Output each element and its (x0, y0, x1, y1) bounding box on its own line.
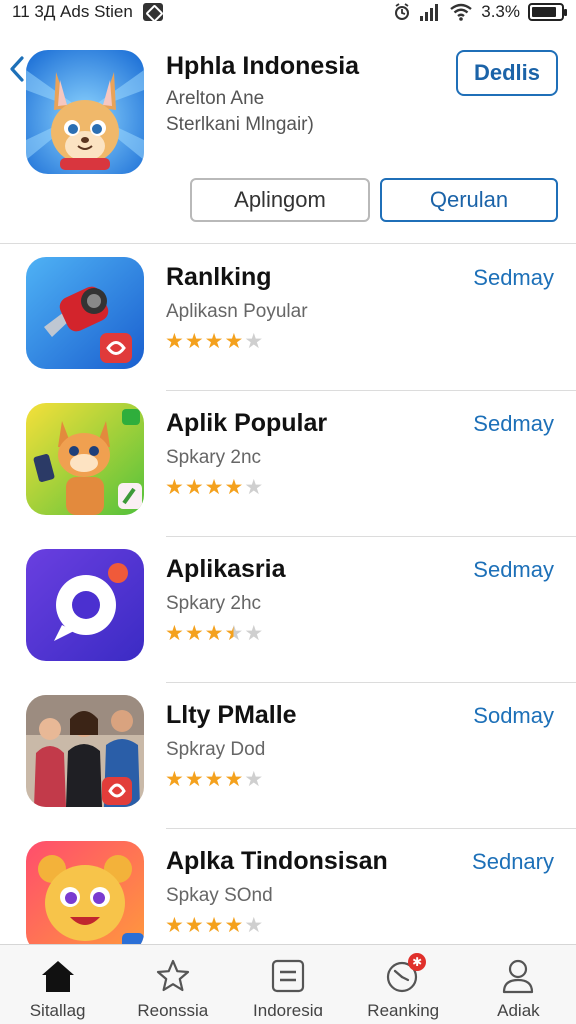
qerulan-button[interactable]: Qerulan (380, 178, 558, 222)
status-right: 3.3% (393, 2, 567, 22)
star-icon: ★ (224, 768, 244, 791)
nav-item-sitallag[interactable]: Sitallag (0, 945, 115, 1024)
page-title: Hphla Indonesia (166, 52, 360, 80)
app-subtitle: Spkay SOnd (166, 885, 273, 906)
list-item[interactable]: Aplik Popular Spkary 2nc ★ ★ ★ ★ ★ Sedmay (0, 391, 576, 537)
star-rating: ★ ★ ★ ★ ★ (165, 331, 263, 352)
app-subtitle: Aplikasn Poyular (166, 301, 308, 322)
star-icon: ★ (184, 622, 204, 645)
star-icon: ★ (204, 914, 224, 937)
app-title: Llty PMalle (166, 701, 297, 729)
notification-badge: ✱ (408, 953, 427, 971)
star-icon: ★ (204, 768, 224, 791)
star-icon: ★ (184, 476, 204, 499)
aplingom-button[interactable]: Aplingom (190, 178, 370, 222)
nav-item-indoresia[interactable]: Indoresiɑ (230, 945, 345, 1024)
bottom-nav: Sitallag Reonssia Indoresiɑ ✱ Reanking A… (0, 944, 576, 1024)
status-time: 11 3Д Ads Stien (12, 2, 133, 21)
app-action-button[interactable]: Sedmay (473, 557, 554, 583)
app-title: Aplka Tindonsisan (166, 847, 388, 875)
star-icon: ★ (224, 914, 244, 937)
star-icon: ★ (224, 476, 244, 499)
status-left: 11 3Д Ads Stien (12, 2, 163, 22)
star-icon: ★ (244, 476, 264, 499)
cartoon-cat-phone-icon (26, 403, 144, 515)
nav-item-reanking[interactable]: ✱ Reanking (346, 945, 461, 1024)
star-icon: ★ (224, 330, 244, 353)
star-icon: ★ (184, 330, 204, 353)
nav-label: Indoresiɑ (253, 1001, 323, 1020)
star-icon (154, 957, 192, 995)
nav-label: Adiak (497, 1001, 540, 1020)
star-icon: ★ (204, 622, 224, 645)
star-rating: ★ ★ ★ ★ ★ (165, 477, 263, 498)
list-item[interactable]: Llty PMalle Spkray Dod ★ ★ ★ ★ ★ Sodmay (0, 683, 576, 829)
chat-bubble-icon (26, 549, 144, 661)
star-rating: ★ ★ ★ ★ ★ (165, 769, 263, 790)
clock-badge-icon: ✱ (384, 953, 427, 995)
star-icon: ★ (244, 622, 264, 645)
app-title: Aplik Popular (166, 409, 328, 437)
app-subtitle: Spkary 2hc (166, 593, 262, 614)
person-icon (499, 957, 537, 995)
star-icon: ★ (244, 914, 264, 937)
cartoon-bear-icon (26, 841, 144, 944)
app-subtitle: Spkray Dod (166, 739, 266, 760)
star-icon: ★ (204, 330, 224, 353)
notification-icon (142, 3, 163, 21)
app-title: Aplikasria (166, 555, 286, 583)
nav-label: Reanking (367, 1001, 440, 1020)
star-icon: ★ (165, 768, 184, 791)
star-icon: ★ (224, 622, 244, 645)
header-subtitle-2: Sterlkani Mlngair) (166, 114, 314, 135)
details-button[interactable]: Dedlis (456, 50, 558, 96)
nav-item-reonssia[interactable]: Reonssia (115, 945, 230, 1024)
star-icon: ★ (165, 914, 184, 937)
star-icon: ★ (244, 768, 264, 791)
star-icon: ★ (165, 330, 184, 353)
app-title: Ranlking (166, 263, 272, 291)
list-icon (269, 957, 307, 995)
signal-icon (420, 4, 439, 21)
wifi-icon (450, 3, 472, 21)
star-rating: ★ ★ ★ ★ ★ (165, 915, 263, 936)
list-item[interactable]: Aplka Tindonsisan Spkay SOnd ★ ★ ★ ★ ★ Sedna… (0, 829, 576, 944)
battery-icon (528, 3, 567, 21)
chevron-left-icon (10, 56, 24, 82)
nav-label: Reonssia (137, 1001, 209, 1020)
app-action-button[interactable]: Sodmay (473, 703, 554, 729)
star-icon: ★ (184, 914, 204, 937)
star-icon: ★ (244, 330, 264, 353)
home-icon (39, 957, 77, 995)
people-photo-icon (26, 695, 144, 807)
list-item[interactable]: Ranlking Aplikasn Poyular ★ ★ ★ ★ ★ Sedmay (0, 245, 576, 391)
nav-label: Sitallag (29, 1001, 86, 1020)
back-button[interactable] (6, 54, 28, 84)
status-bar: 11 3Д Ads Stien 3.3% (0, 0, 576, 24)
app-action-button[interactable]: Sednary (472, 849, 554, 875)
app-header: Hphla Indonesia Arelton Ane Sterlkani Ml… (0, 36, 576, 244)
nav-item-adiak[interactable]: Adiak (461, 945, 576, 1024)
battery-percent: 3.3% (481, 2, 520, 21)
star-icon: ★ (184, 768, 204, 791)
header-divider (0, 243, 576, 244)
list-item[interactable]: Aplikasria Spkary 2hc ★ ★ ★ ★ ★ Sedmay (0, 537, 576, 683)
star-rating: ★ ★ ★ ★ ★ (165, 623, 263, 644)
cartoon-fox-icon (26, 50, 144, 174)
star-icon: ★ (204, 476, 224, 499)
header-subtitle-1: Arelton Ane (166, 88, 265, 109)
star-icon: ★ (165, 476, 184, 499)
app-action-button[interactable]: Sedmay (473, 265, 554, 291)
app-action-button[interactable]: Sedmay (473, 411, 554, 437)
alarm-icon (395, 3, 410, 20)
drill-tool-icon (26, 257, 144, 369)
battery-level (532, 7, 556, 17)
star-icon: ★ (165, 622, 184, 645)
app-subtitle: Spkary 2nc (166, 447, 262, 468)
